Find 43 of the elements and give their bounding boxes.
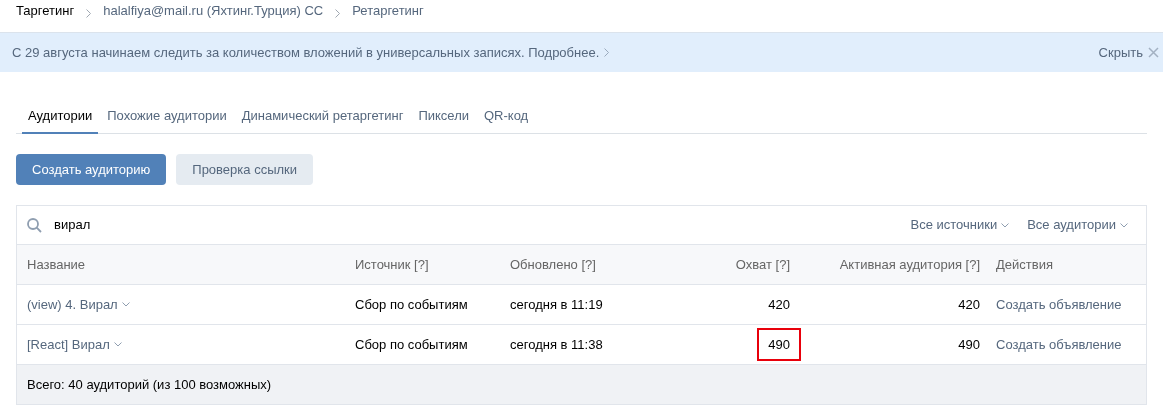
create-ad-link[interactable]: Создать объявление [996, 294, 1122, 315]
caret-icon [121, 302, 130, 307]
table-cell-text: 420 [768, 295, 790, 314]
breadcrumb-item[interactable]: halalfiya@mail.ru (Яхтинг.Турция) СС [103, 1, 324, 21]
column-header: Охват [?] [735, 255, 790, 274]
column-header: Название [27, 255, 86, 274]
create-ad-link[interactable]: Создать объявление [996, 334, 1122, 355]
table-cell-text: Сбор по событиям [355, 335, 468, 354]
table-cell: 490 [757, 327, 801, 362]
breadcrumb-item[interactable]: Таргетинг [16, 1, 75, 21]
table-cell-text: сегодня в 11:38 [510, 335, 603, 354]
tab[interactable]: Похожие аудитории [101, 100, 233, 134]
filter-dropdown[interactable]: Все источники [910, 215, 1010, 235]
caret-icon [1120, 222, 1128, 228]
filter-dropdown[interactable]: Все аудитории [1027, 215, 1128, 235]
table-cell-text: сегодня в 11:19 [510, 295, 603, 314]
chevron-icon [604, 48, 610, 57]
table-cell-text: 490 [958, 335, 980, 354]
column-header: Обновлено [?] [510, 255, 596, 274]
tab[interactable]: Пиксели [412, 100, 475, 134]
audience-name-link[interactable]: (view) 4. Вирал [27, 294, 118, 315]
chevron-icon [86, 8, 92, 18]
check-link-button[interactable]: Проверка ссылки [176, 154, 313, 185]
close-icon[interactable] [1148, 47, 1159, 58]
column-header: Источник [?] [355, 255, 429, 274]
column-header: Действия [996, 255, 1053, 274]
tab[interactable]: Динамический ретаргетинг [235, 100, 410, 134]
audience-name-link[interactable]: [React] Вирал [27, 334, 110, 355]
search-icon [27, 217, 42, 233]
column-header: Активная аудитория [?] [839, 255, 980, 274]
total-count-text: Всего: 40 аудиторий (из 100 возможных) [27, 375, 272, 394]
breadcrumb-item: Ретаргетинг [352, 2, 424, 21]
tab[interactable]: Аудитории [22, 100, 99, 134]
banner-text: С 29 августа начинаем следить за количеством вложений в универсальных записях. Подробнее. [12, 43, 600, 62]
caret-icon [113, 342, 122, 347]
search-field[interactable]: вирал [54, 215, 911, 235]
table-cell-text: Сбор по событиям [355, 295, 468, 314]
caret-icon [1001, 222, 1010, 228]
chevron-icon [335, 8, 341, 18]
table-cell-text: 420 [958, 295, 980, 314]
tab[interactable]: QR-код [478, 100, 535, 134]
hide-link[interactable]: Скрыть [1098, 42, 1143, 63]
create-audience-button[interactable]: Создать аудиторию [16, 154, 167, 185]
